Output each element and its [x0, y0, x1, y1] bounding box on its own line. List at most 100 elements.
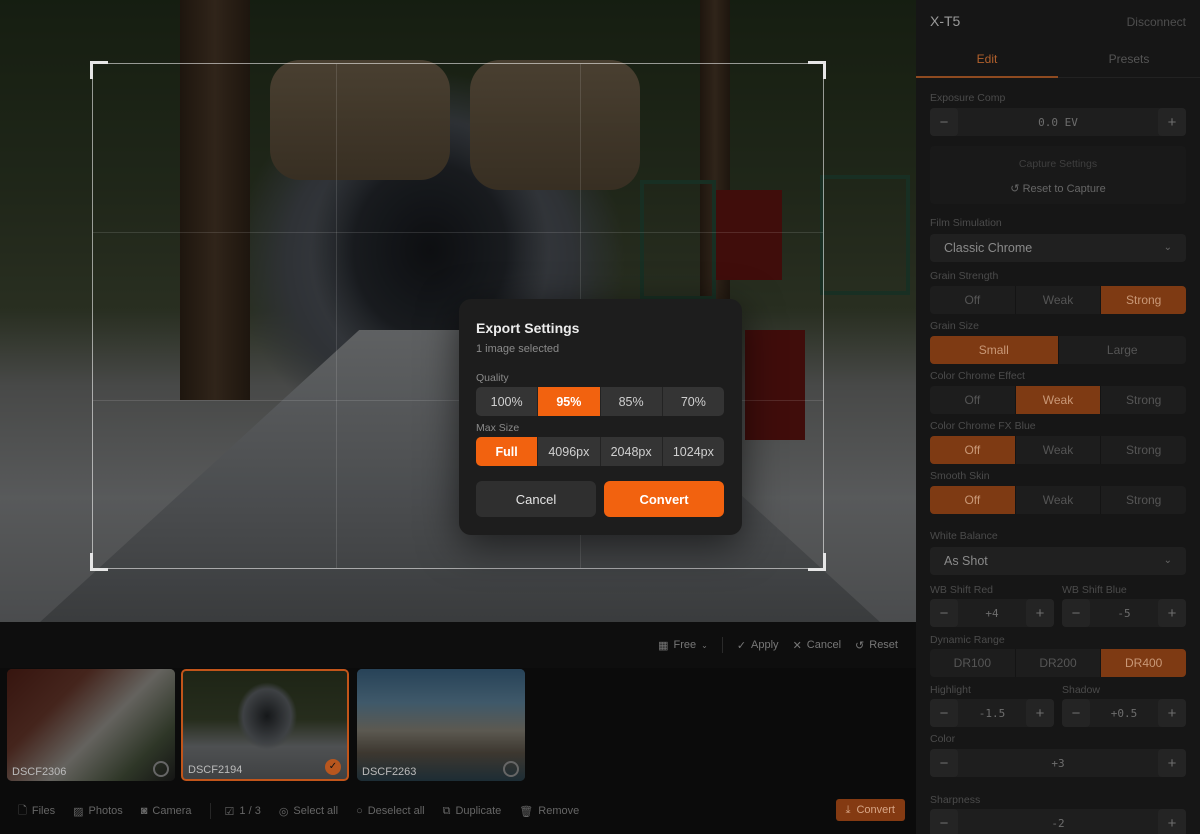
dynamic-range-option[interactable]: DR200 — [1016, 649, 1102, 677]
film-simulation-select[interactable]: Classic Chrome ⌄ — [930, 234, 1186, 262]
wb-red-decrement-button[interactable]: − — [930, 599, 958, 627]
wb-red-increment-button[interactable]: + — [1026, 599, 1054, 627]
sharpness-decrement-button[interactable]: − — [930, 809, 958, 834]
photos-button[interactable]: ▨ Photos — [73, 805, 123, 818]
size-option[interactable]: 2048px — [601, 437, 663, 466]
convert-button[interactable]: ⤓ Convert — [835, 799, 905, 821]
deselect-all-button[interactable]: ○ Deselect all — [356, 805, 425, 817]
remove-button[interactable]: 🗑 Remove — [519, 805, 579, 818]
wb-blue-decrement-button[interactable]: − — [1062, 599, 1090, 627]
image-icon: ▨ — [73, 805, 84, 818]
close-icon: ✕ — [792, 639, 802, 652]
sharpness-label: Sharpness — [930, 794, 981, 806]
color-chrome-option[interactable]: Off — [930, 386, 1016, 414]
grain-strength-option[interactable]: Off — [930, 286, 1016, 314]
exposure-value: 0.0 EV — [1038, 115, 1078, 129]
wb-shift-blue-stepper: − -5 + — [1062, 599, 1186, 627]
color-chrome-blue-option[interactable]: Weak — [1016, 436, 1102, 464]
shadow-increment-button[interactable]: + — [1158, 699, 1186, 727]
highlight-decrement-button[interactable]: − — [930, 699, 958, 727]
select-checkbox[interactable] — [153, 761, 169, 777]
grain-size-option[interactable]: Large — [1059, 336, 1187, 364]
sharpness-value: -2 — [1051, 816, 1065, 830]
highlight-increment-button[interactable]: + — [1026, 699, 1054, 727]
dynamic-range-segmented: DR100 DR200 DR400 — [930, 649, 1186, 677]
cancel-button[interactable]: Cancel — [476, 481, 596, 517]
convert-button[interactable]: Convert — [604, 481, 724, 517]
cancel-crop-button[interactable]: ✕ Cancel — [793, 639, 841, 652]
thumbnail-dscf2306[interactable]: DSCF2306 — [7, 669, 175, 781]
max-size-segmented: Full 4096px 2048px 1024px — [476, 437, 724, 466]
trash-icon: 🗑 — [519, 805, 534, 818]
download-icon: ⤓ — [845, 803, 851, 816]
disconnect-button[interactable]: Disconnect — [1127, 15, 1186, 29]
smooth-skin-segmented: Off Weak Strong — [930, 486, 1186, 514]
size-option[interactable]: 1024px — [663, 437, 724, 466]
crop-handle-bottom-right[interactable] — [808, 553, 826, 571]
settings-panel: X-T5 Disconnect Edit Presets Exposure Co… — [916, 0, 1200, 834]
grain-strength-option[interactable]: Strong — [1101, 286, 1186, 314]
smooth-skin-option[interactable]: Strong — [1101, 486, 1186, 514]
dynamic-range-option[interactable]: DR400 — [1101, 649, 1186, 677]
wb-blue-increment-button[interactable]: + — [1158, 599, 1186, 627]
capture-settings-box: Capture Settings ↺ Reset to Capture — [930, 146, 1186, 204]
highlight-label: Highlight — [930, 684, 971, 696]
color-chrome-option[interactable]: Weak — [1015, 386, 1102, 414]
filmstrip: DSCF2306 DSCF2194 ✓ DSCF2263 — [0, 668, 916, 788]
crop-handle-bottom-left[interactable] — [90, 553, 108, 571]
check-icon: ✓ — [736, 639, 747, 652]
tab-edit[interactable]: Edit — [916, 40, 1058, 78]
dialog-subtitle: 1 image selected — [476, 343, 560, 355]
select-all-button[interactable]: ◎ Select all — [279, 805, 338, 818]
shadow-decrement-button[interactable]: − — [1062, 699, 1090, 727]
aspect-free-dropdown[interactable]: ▦ Free ⌄ — [658, 639, 708, 652]
size-option[interactable]: Full — [476, 437, 539, 466]
image-viewer — [0, 0, 916, 622]
quality-option[interactable]: 100% — [476, 387, 539, 416]
color-increment-button[interactable]: + — [1158, 749, 1186, 777]
color-chrome-blue-option[interactable]: Strong — [1101, 436, 1186, 464]
file-icon: 🗋 — [18, 804, 27, 817]
grain-strength-option[interactable]: Weak — [1016, 286, 1102, 314]
color-value: +3 — [1051, 756, 1065, 770]
selected-check-icon[interactable]: ✓ — [325, 759, 341, 775]
camera-button[interactable]: ◙ Camera — [141, 805, 192, 817]
quality-option[interactable]: 95% — [538, 387, 601, 416]
crop-toolbar: ▦ Free ⌄ ✓ Apply ✕ Cancel ↺ Reset — [0, 622, 916, 668]
reset-to-capture-button[interactable]: ↺ Reset to Capture — [930, 182, 1186, 195]
highlight-stepper: − -1.5 + — [930, 699, 1054, 727]
exposure-increment-button[interactable]: + — [1158, 108, 1186, 136]
sharpness-increment-button[interactable]: + — [1158, 809, 1186, 834]
thumbnail-dscf2263[interactable]: DSCF2263 — [357, 669, 525, 781]
reset-crop-button[interactable]: ↺ Reset — [855, 639, 898, 652]
device-name: X-T5 — [930, 13, 961, 29]
apply-crop-button[interactable]: ✓ Apply — [737, 639, 779, 652]
max-size-label: Max Size — [476, 422, 520, 434]
exposure-decrement-button[interactable]: − — [930, 108, 958, 136]
dialog-title: Export Settings — [476, 320, 580, 336]
crop-handle-top-right[interactable] — [808, 61, 826, 79]
color-label: Color — [930, 733, 956, 745]
thumbnail-dscf2194[interactable]: DSCF2194 ✓ — [181, 669, 349, 781]
quality-option[interactable]: 70% — [663, 387, 724, 416]
export-settings-dialog: Export Settings 1 image selected Quality… — [459, 299, 742, 535]
tab-presets[interactable]: Presets — [1058, 40, 1200, 78]
dynamic-range-option[interactable]: DR100 — [930, 649, 1016, 677]
sharpness-stepper: − -2 + — [930, 809, 1186, 834]
color-chrome-blue-segmented: Off Weak Strong — [930, 436, 1186, 464]
grain-size-option[interactable]: Small — [930, 336, 1059, 364]
color-chrome-blue-option[interactable]: Off — [930, 436, 1016, 464]
white-balance-select[interactable]: As Shot ⌄ — [930, 547, 1186, 575]
smooth-skin-option[interactable]: Weak — [1016, 486, 1102, 514]
select-checkbox[interactable] — [503, 761, 519, 777]
color-decrement-button[interactable]: − — [930, 749, 958, 777]
files-button[interactable]: 🗋 Files — [18, 802, 55, 821]
wb-red-value: +4 — [985, 606, 999, 620]
crop-handle-top-left[interactable] — [90, 61, 108, 79]
quality-option[interactable]: 85% — [601, 387, 663, 416]
smooth-skin-option[interactable]: Off — [930, 486, 1016, 514]
size-option[interactable]: 4096px — [538, 437, 601, 466]
duplicate-button[interactable]: ⧉ Duplicate — [443, 805, 502, 818]
color-chrome-blue-label: Color Chrome FX Blue — [930, 420, 1036, 432]
color-chrome-option[interactable]: Strong — [1101, 386, 1186, 414]
